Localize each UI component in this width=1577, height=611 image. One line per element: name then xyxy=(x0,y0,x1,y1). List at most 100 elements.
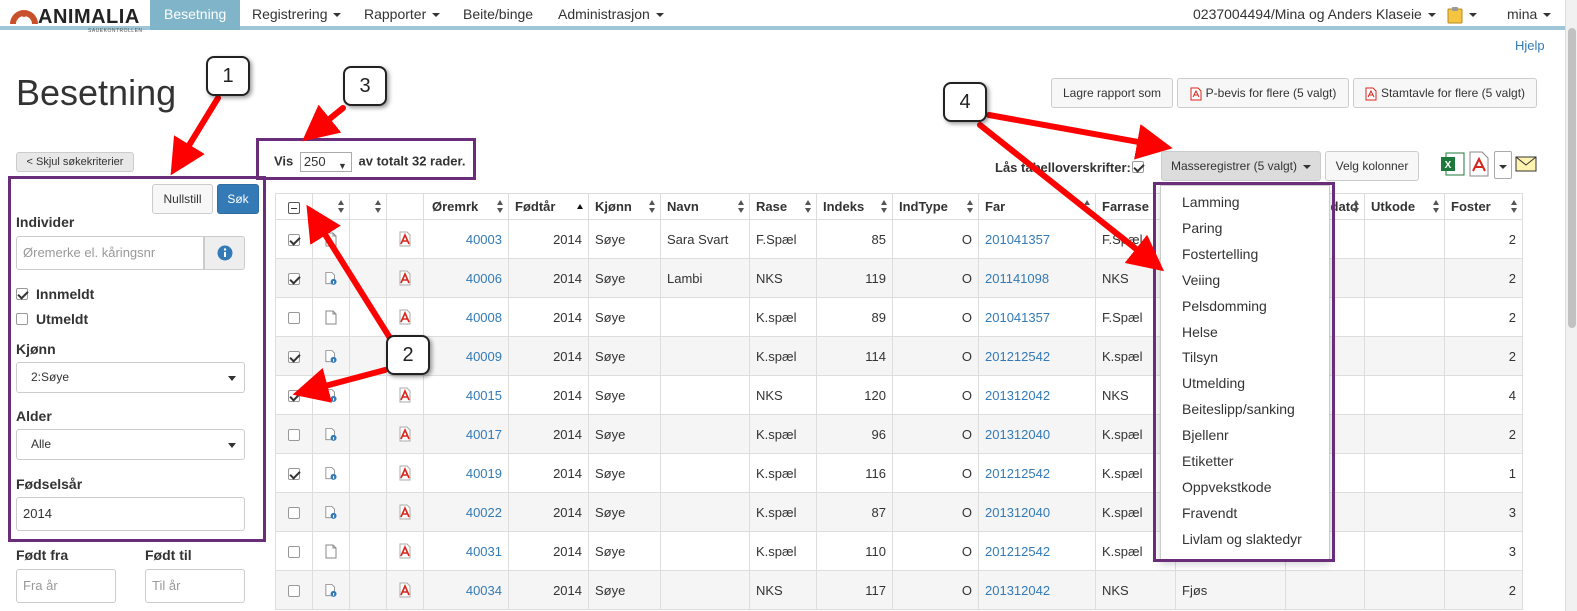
far-cell[interactable]: 201041357 xyxy=(978,219,1096,259)
far-cell[interactable]: 201312042 xyxy=(978,570,1096,610)
far-cell[interactable]: 201312042 xyxy=(978,375,1096,415)
table-row[interactable]: 40003 2014 Søye Sara Svart F.Spæl 85 O 20104135… xyxy=(275,219,1523,259)
row-checkbox[interactable] xyxy=(288,390,300,403)
table-row[interactable]: 40034 2014 Søye NKS 117 O 201312042 NKS Fjøs 2 xyxy=(275,570,1523,610)
row-select-cell[interactable] xyxy=(275,297,313,337)
nav-rapporter[interactable]: Rapporter xyxy=(364,0,441,30)
row-checkbox[interactable] xyxy=(288,468,300,481)
far-cell[interactable]: 201212542 xyxy=(978,453,1096,493)
pdf-icon[interactable] xyxy=(398,426,412,442)
velg-kolonner-button[interactable]: Velg kolonner xyxy=(1325,151,1419,181)
pdf-icon[interactable] xyxy=(398,387,412,403)
excel-icon[interactable]: X xyxy=(1440,151,1466,177)
pdf-icon[interactable] xyxy=(398,465,412,481)
col-kjonn[interactable]: Kjønn xyxy=(588,193,661,220)
col-oremrk[interactable]: Øremrk xyxy=(423,193,509,220)
col-indtype[interactable]: IndType xyxy=(892,193,979,220)
doc-col-header[interactable] xyxy=(312,193,350,220)
nav-besetning[interactable]: Besetning xyxy=(150,0,241,30)
col-far[interactable]: Far xyxy=(978,193,1096,220)
row-checkbox[interactable] xyxy=(288,585,300,598)
row-checkbox[interactable] xyxy=(288,312,300,325)
nav-administrasjon[interactable]: Administrasjon xyxy=(558,0,664,30)
stamtavle-button[interactable]: Stamtavle for flere (5 valgt) xyxy=(1353,78,1537,108)
kjonn-select[interactable]: 2:Søye xyxy=(16,362,245,393)
row-select-cell[interactable] xyxy=(275,414,313,454)
row-select-cell[interactable] xyxy=(275,375,313,415)
search-button[interactable]: Søk xyxy=(217,184,259,214)
row-checkbox[interactable] xyxy=(288,234,300,247)
table-row[interactable]: 40031 2014 Søye K.spæl 110 O 201212542 K.spæl 3 xyxy=(275,531,1523,571)
far-cell[interactable]: 201312040 xyxy=(978,414,1096,454)
row-checkbox[interactable] xyxy=(288,429,300,442)
row-pdf-cell[interactable] xyxy=(386,453,424,493)
table-row[interactable]: 40015 2014 Søye NKS 120 O 201312042 NKS 4 xyxy=(275,375,1523,415)
row-pdf-cell[interactable] xyxy=(386,297,424,337)
oremrk-cell[interactable]: 40003 xyxy=(423,219,509,259)
row-select-cell[interactable] xyxy=(275,492,313,532)
row-pdf-cell[interactable] xyxy=(386,414,424,454)
row-checkbox[interactable] xyxy=(288,273,300,286)
row-doc-cell[interactable] xyxy=(312,375,350,415)
row-pdf-cell[interactable] xyxy=(386,492,424,532)
row-doc-cell[interactable] xyxy=(312,531,350,571)
row-checkbox[interactable] xyxy=(288,351,300,364)
oremrk-cell[interactable]: 40034 xyxy=(423,570,509,610)
save-report-button[interactable]: Lagre rapport som xyxy=(1051,78,1173,108)
pbevis-button[interactable]: P-bevis for flere (5 valgt) xyxy=(1177,78,1349,108)
fodselsar-input[interactable]: 2014 xyxy=(16,497,245,531)
col-foster[interactable]: Foster xyxy=(1444,193,1523,220)
far-cell[interactable]: 201212542 xyxy=(978,531,1096,571)
row-select-cell[interactable] xyxy=(275,219,313,259)
table-row[interactable]: 40009 2014 Søye K.spæl 114 O 201212542 K.spæl 2 xyxy=(275,336,1523,376)
row-select-cell[interactable] xyxy=(275,336,313,376)
oremrk-cell[interactable]: 40022 xyxy=(423,492,509,532)
table-row[interactable]: 40019 2014 Søye K.spæl 116 O 201212542 K.spæl 1 xyxy=(275,453,1523,493)
row-pdf-cell[interactable] xyxy=(386,258,424,298)
col-navn[interactable]: Navn xyxy=(660,193,750,220)
table-row[interactable]: 40017 2014 Søye K.spæl 96 O 201312040 K.spæl 2 xyxy=(275,414,1523,454)
pdf-icon[interactable] xyxy=(398,504,412,520)
col-fodtar[interactable]: Fødtår xyxy=(508,193,589,220)
innmeldt-checkbox[interactable] xyxy=(16,288,28,300)
row-pdf-cell[interactable] xyxy=(386,375,424,415)
lock-headers-checkbox[interactable] xyxy=(1132,161,1144,173)
scrollbar-thumb[interactable] xyxy=(1568,28,1576,328)
nav-registrering[interactable]: Registrering xyxy=(252,0,342,30)
masseregistrer-button[interactable]: Masseregistrer (5 valgt) xyxy=(1161,151,1321,181)
row-select-cell[interactable] xyxy=(275,531,313,571)
help-link[interactable]: Hjelp xyxy=(1515,38,1545,53)
pdf-export-icon[interactable] xyxy=(1468,151,1490,177)
table-row[interactable]: 40022 2014 Søye K.spæl 87 O 201312040 K.spæl 3 xyxy=(275,492,1523,532)
far-cell[interactable]: 201141098 xyxy=(978,258,1096,298)
pdf-icon[interactable] xyxy=(398,309,412,325)
col-utkode[interactable]: Utkode xyxy=(1364,193,1445,220)
row-select-cell[interactable] xyxy=(275,258,313,298)
row-select-cell[interactable] xyxy=(275,570,313,610)
export-dropdown-toggle[interactable] xyxy=(1494,151,1512,179)
nav-account[interactable]: 0237004494/Mina og Anders Klaseie xyxy=(1193,0,1436,30)
col-indeks[interactable]: Indeks xyxy=(816,193,893,220)
col-rase[interactable]: Rase xyxy=(749,193,817,220)
row-doc-cell[interactable] xyxy=(312,336,350,376)
email-icon[interactable] xyxy=(1515,156,1537,172)
row-doc-cell[interactable] xyxy=(312,414,350,454)
oremrk-cell[interactable]: 40008 xyxy=(423,297,509,337)
hide-criteria-button[interactable]: < Skjul søkekriterier xyxy=(16,152,134,172)
pdf-icon[interactable] xyxy=(398,543,412,559)
row-pdf-cell[interactable] xyxy=(386,531,424,571)
info-button[interactable] xyxy=(204,236,245,270)
fodt-til-input[interactable]: Til år xyxy=(145,569,245,603)
oremrk-cell[interactable]: 40017 xyxy=(423,414,509,454)
far-cell[interactable]: 201312040 xyxy=(978,492,1096,532)
row-doc-cell[interactable] xyxy=(312,453,350,493)
pdf-icon[interactable] xyxy=(398,231,412,247)
individer-input[interactable]: Øremerke el. kåringsnr xyxy=(16,236,204,270)
nav-user[interactable]: mina xyxy=(1507,0,1552,30)
oremrk-cell[interactable]: 40019 xyxy=(423,453,509,493)
far-cell[interactable]: 201212542 xyxy=(978,336,1096,376)
row-doc-cell[interactable] xyxy=(312,570,350,610)
select-all-checkbox[interactable] xyxy=(288,201,300,214)
info-col-header[interactable] xyxy=(349,193,387,220)
row-checkbox[interactable] xyxy=(288,507,300,520)
